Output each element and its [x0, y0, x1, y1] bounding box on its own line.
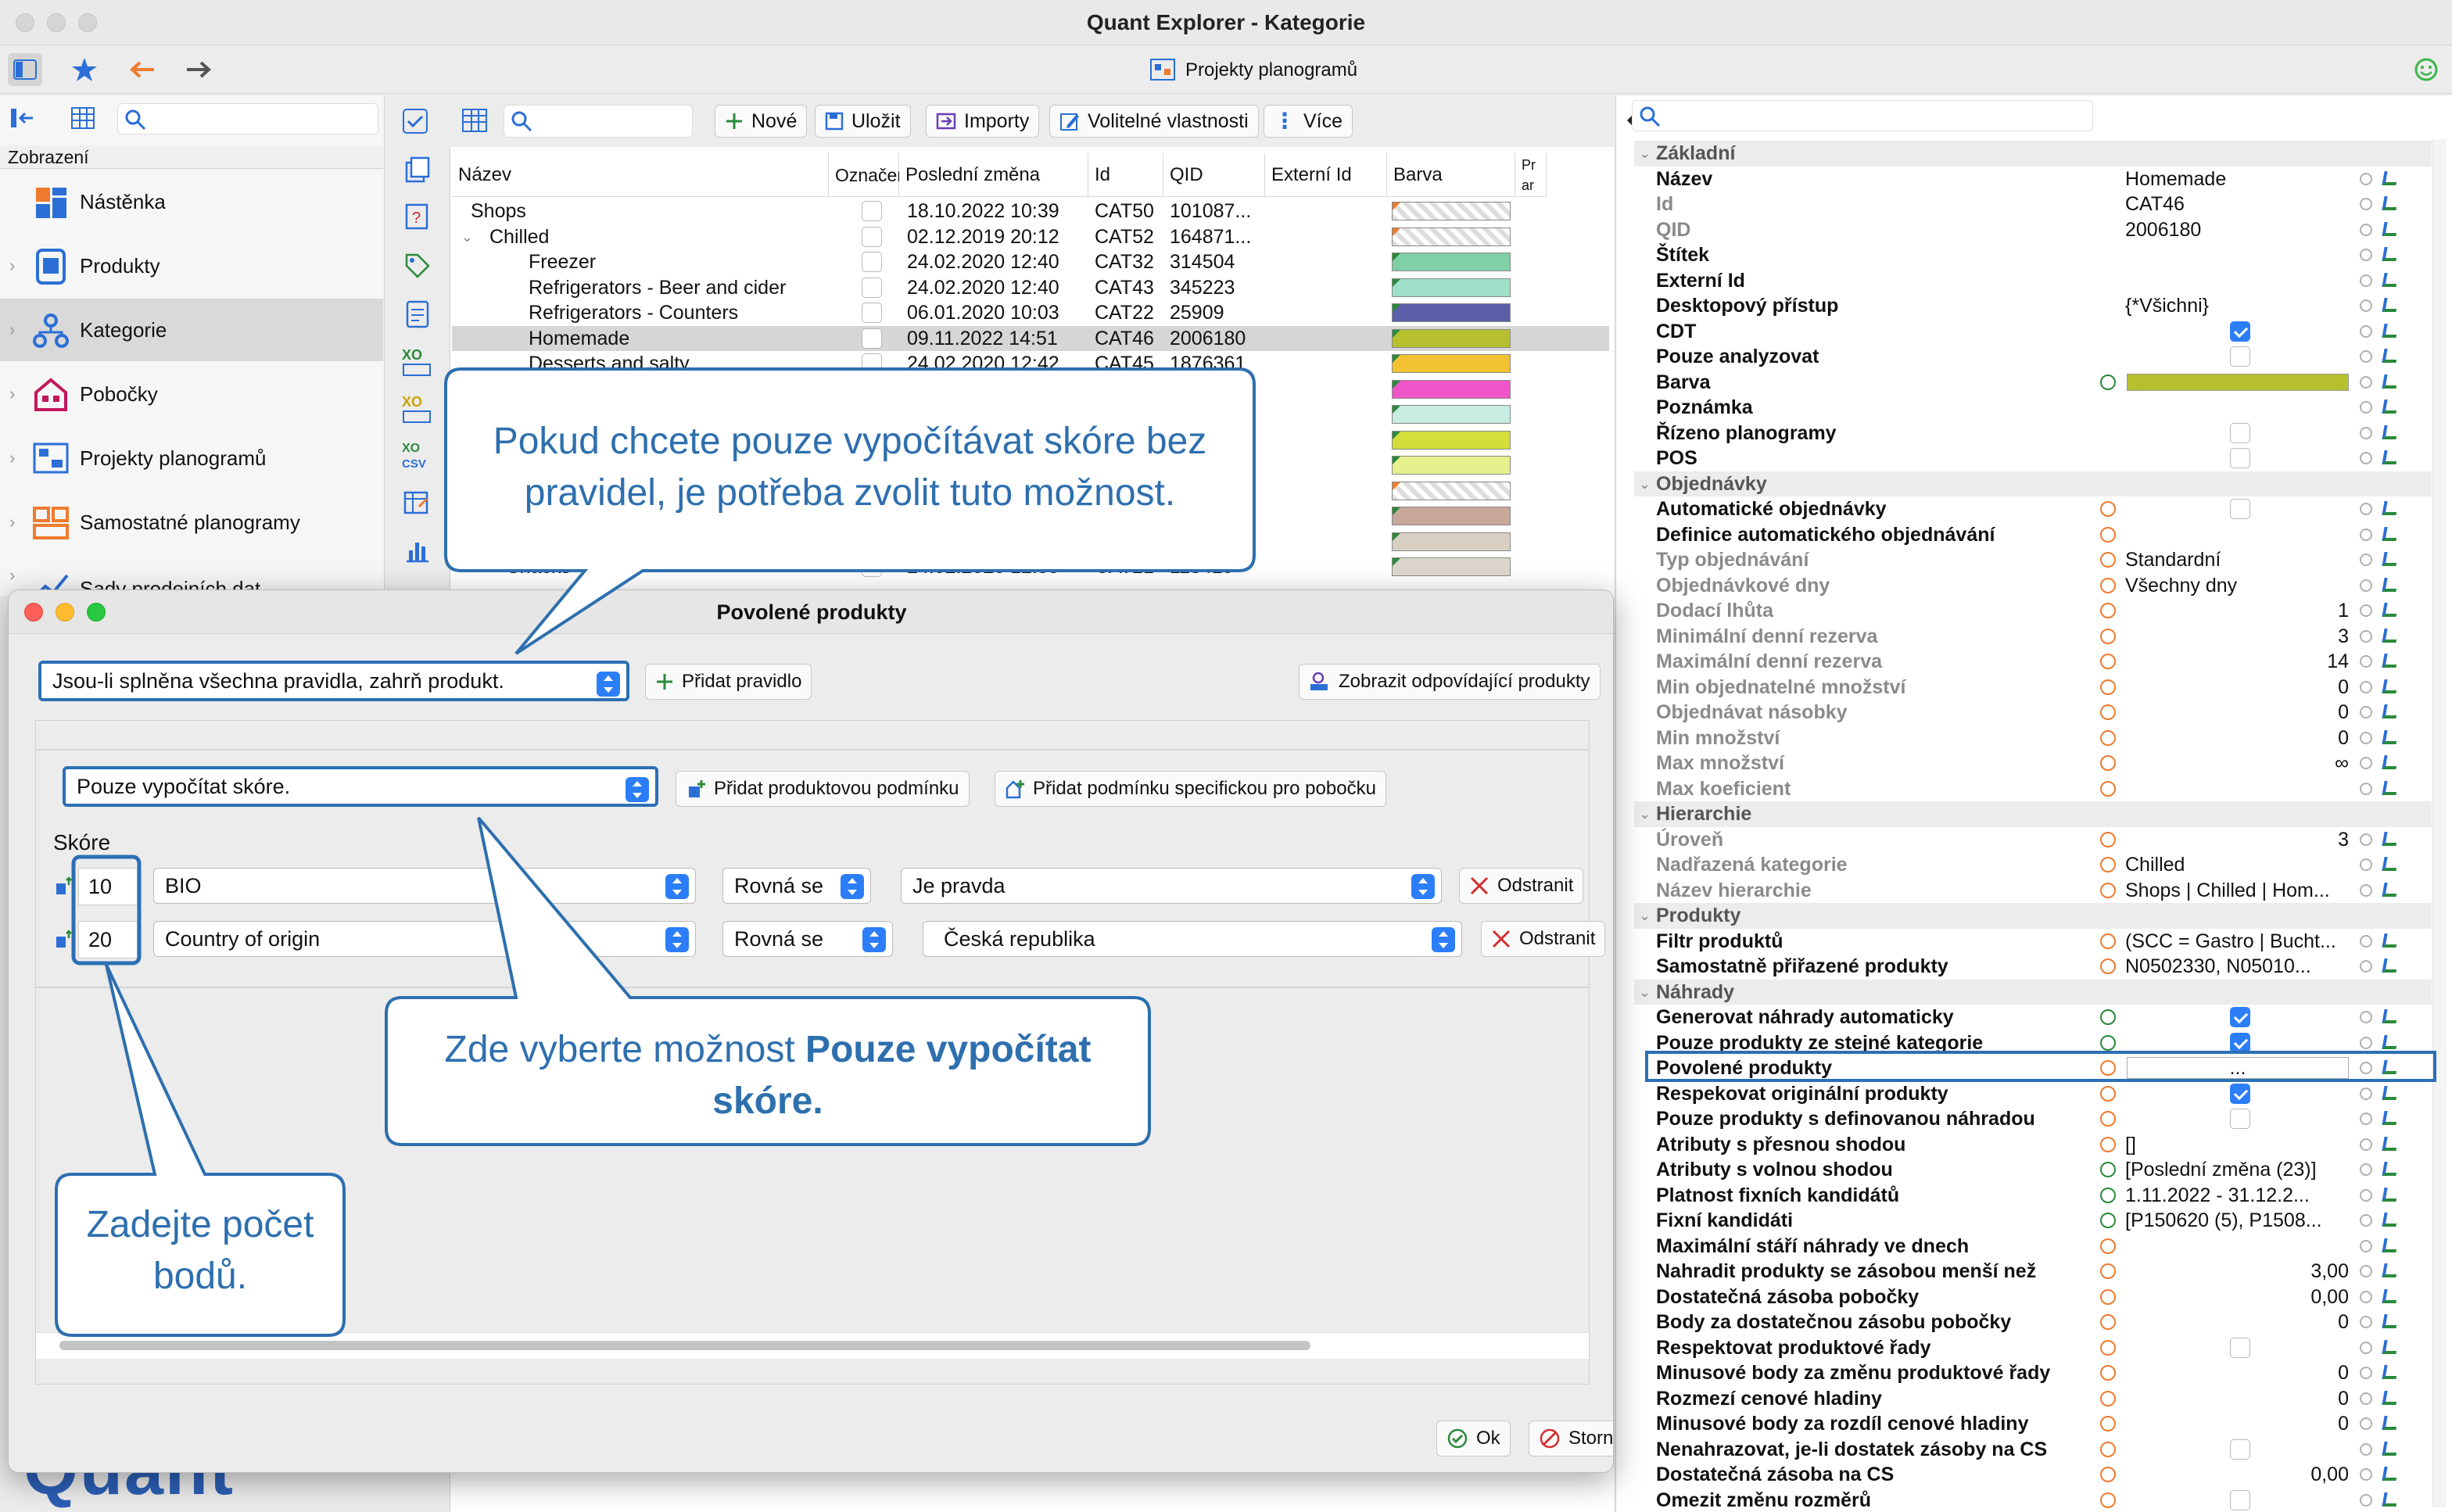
- property-highlight: [1645, 1051, 2436, 1082]
- top-callout-text: Pokud chcete pouze vypočítávat skóre bez…: [493, 421, 1207, 514]
- callout-shapes: [55, 367, 2436, 1337]
- bottom-callout-text: Zadejte počet bodů.: [86, 1204, 314, 1297]
- middle-callout-text: Zde vyberte možnost Pouze vypočítat skór…: [402, 1024, 1134, 1127]
- middle-callout-prefix: Zde vyberte možnost: [444, 1029, 806, 1070]
- score-highlight: [71, 855, 142, 966]
